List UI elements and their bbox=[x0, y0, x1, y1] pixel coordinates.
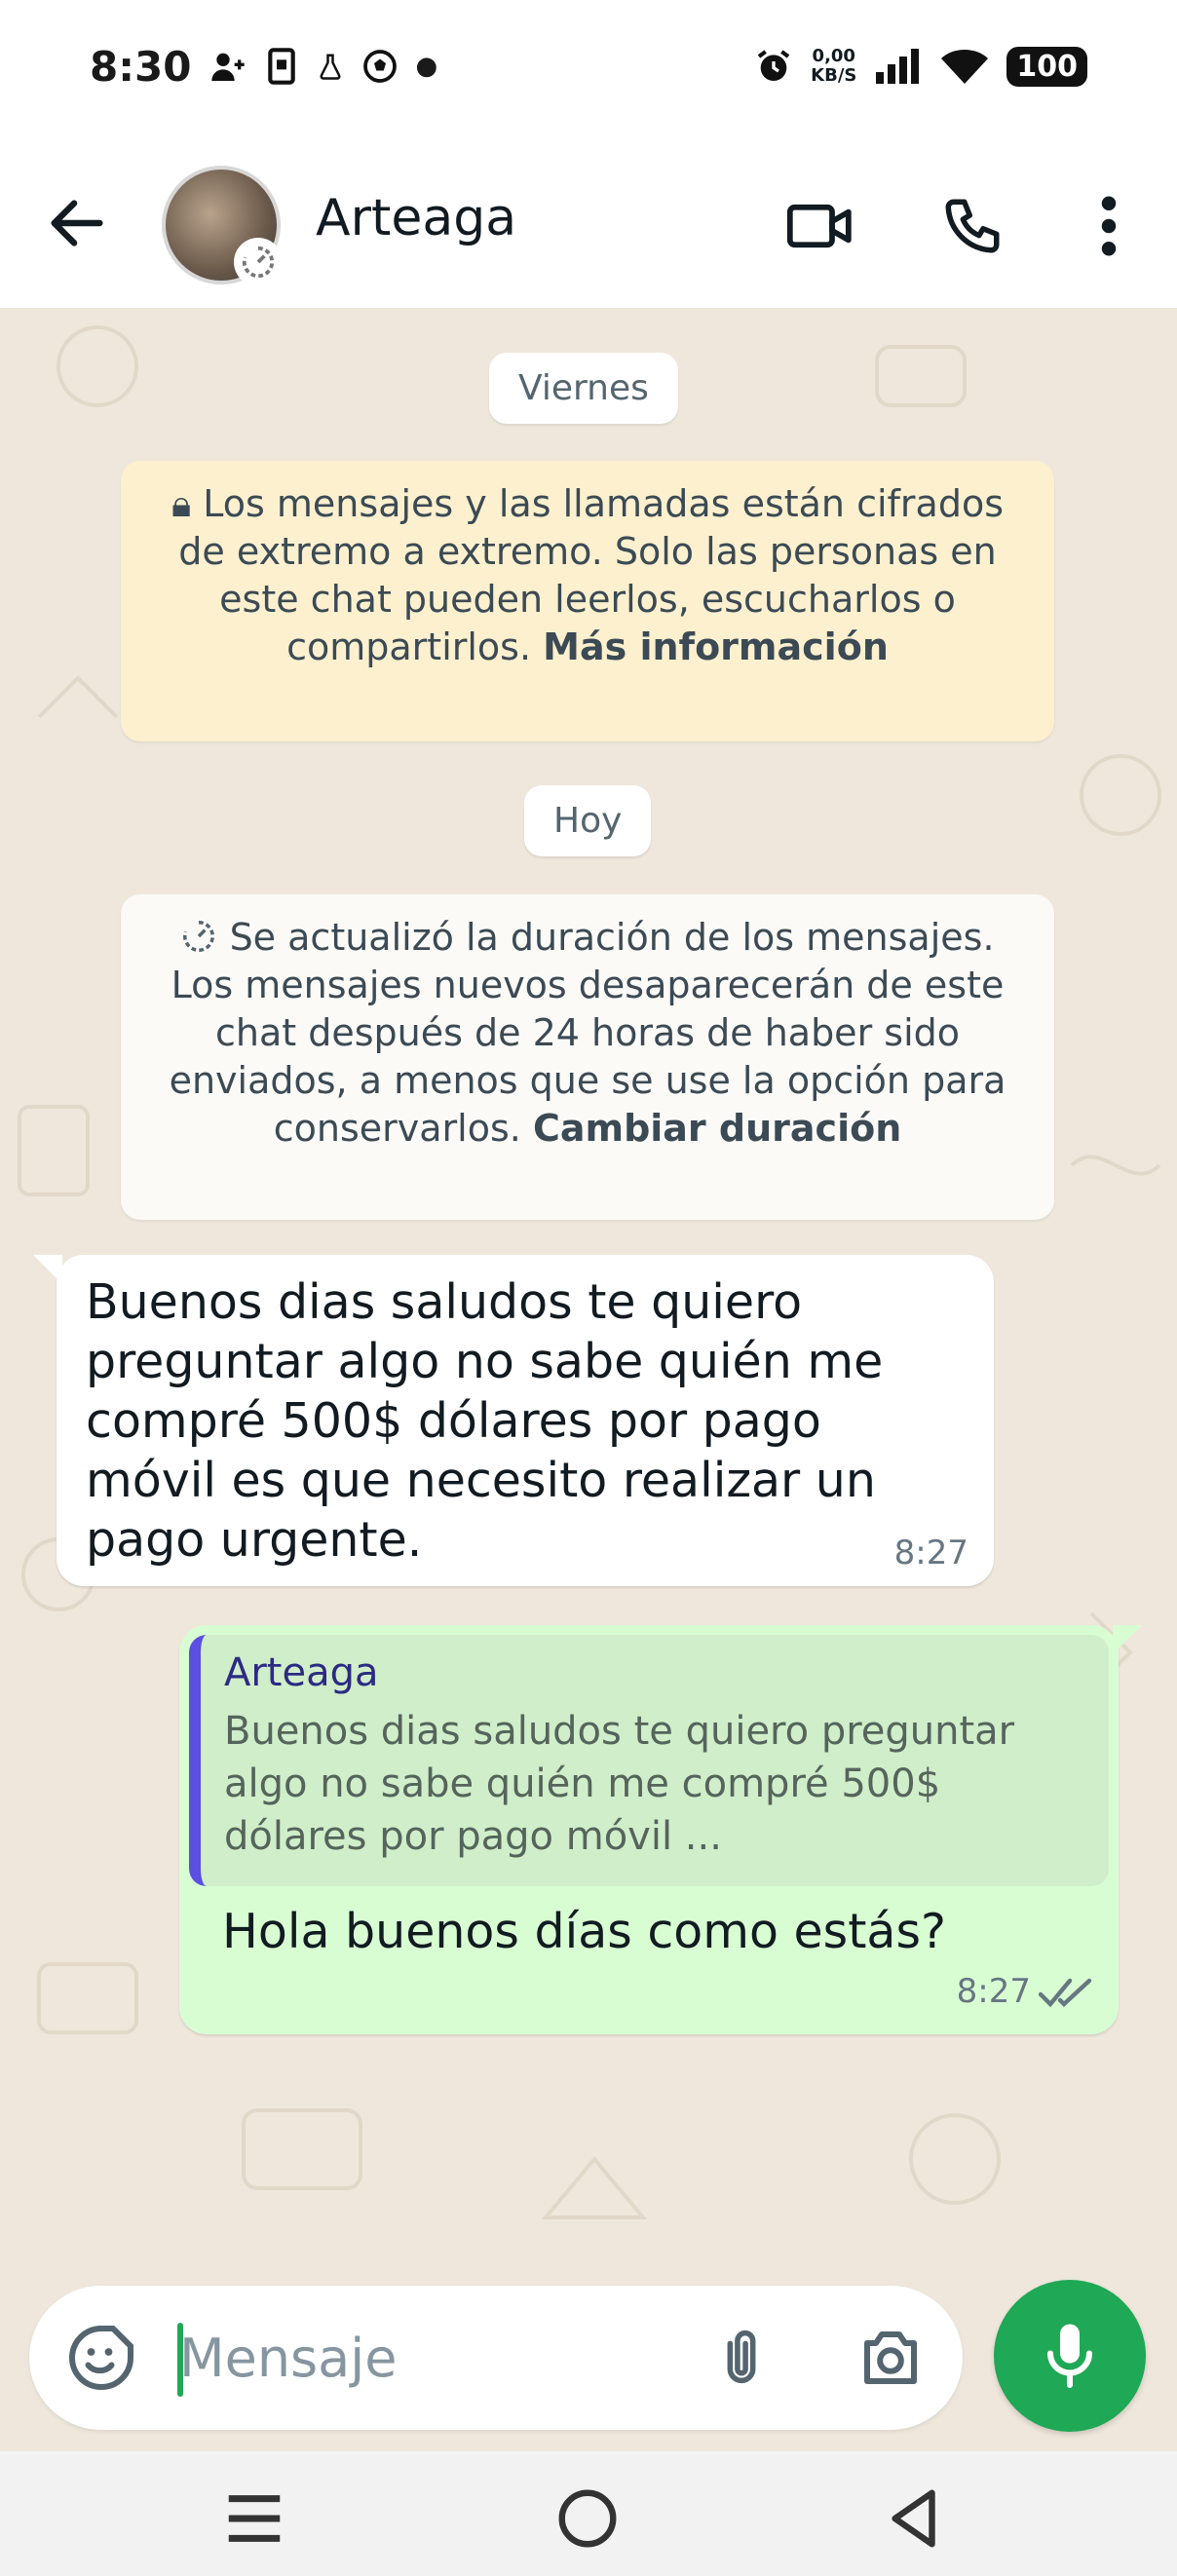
message-time: 8:27 bbox=[956, 1972, 1031, 2011]
quote-author: Arteaga bbox=[224, 1650, 379, 1695]
date-chip-hoy: Hoy bbox=[524, 785, 652, 856]
timer-icon bbox=[242, 246, 275, 279]
phone-icon bbox=[945, 199, 1000, 253]
voice-call-button[interactable] bbox=[933, 187, 1011, 265]
read-receipt-ticks-icon bbox=[1039, 1978, 1092, 2008]
system-back-triangle-icon[interactable] bbox=[881, 2484, 949, 2553]
status-more-dot-icon: ● bbox=[415, 52, 438, 81]
change-duration-link[interactable]: Cambiar duración bbox=[533, 1107, 901, 1150]
alarm-icon bbox=[757, 50, 790, 81]
net-speed-value: 0,00 bbox=[812, 46, 855, 66]
outgoing-message[interactable]: Arteaga Buenos dias saludos te quiero pr… bbox=[179, 1625, 1142, 2034]
date-chip-label: Hoy bbox=[553, 801, 623, 841]
add-contact-icon bbox=[211, 53, 246, 81]
video-camera-icon bbox=[786, 204, 852, 248]
phone-notification-icon bbox=[268, 48, 296, 85]
signal-icon bbox=[876, 49, 920, 84]
message-composer bbox=[29, 2286, 963, 2430]
quote-text: Buenos dias saludos te quiero preguntar … bbox=[224, 1709, 1015, 1859]
lock-icon: 🔒︎ bbox=[171, 482, 204, 525]
more-options-button[interactable] bbox=[1070, 187, 1148, 265]
status-right: 0,00 KB/S 100 bbox=[754, 46, 1087, 87]
battery-indicator: 100 bbox=[1006, 46, 1087, 87]
date-chip-viernes: Viernes bbox=[489, 353, 678, 424]
date-chip-label: Viernes bbox=[518, 368, 649, 408]
disappearing-timer-badge bbox=[234, 238, 283, 286]
timer-icon bbox=[183, 921, 215, 952]
net-speed-unit: KB/S bbox=[811, 65, 857, 86]
message-text: Buenos dias saludos te quiero preguntar … bbox=[86, 1274, 884, 1568]
disappearing-messages-notice[interactable]: Se actualizó la duración de los mensajes… bbox=[121, 894, 1054, 1220]
video-call-button[interactable] bbox=[781, 187, 859, 265]
contact-name[interactable]: Arteaga bbox=[316, 189, 516, 247]
status-left: 8:30 ● bbox=[90, 43, 437, 91]
more-vertical-icon bbox=[1101, 196, 1117, 256]
message-time: 8:27 bbox=[893, 1534, 968, 1572]
voice-message-button[interactable] bbox=[994, 2280, 1146, 2432]
contact-avatar[interactable] bbox=[162, 166, 283, 286]
wifi-icon bbox=[941, 50, 989, 84]
status-bar: 8:30 ● 0,00 KB/S 100 bbox=[0, 0, 1177, 133]
system-navigation-bar bbox=[0, 2451, 1177, 2576]
chat-area[interactable]: Viernes 🔒︎ Los mensajes y las llamadas e… bbox=[0, 308, 1177, 2451]
back-arrow-icon[interactable] bbox=[43, 189, 111, 257]
status-time: 8:30 bbox=[90, 42, 192, 91]
home-circle-icon[interactable] bbox=[553, 2484, 622, 2553]
microphone-icon bbox=[1047, 2324, 1092, 2388]
chat-header: Arteaga bbox=[0, 133, 1177, 308]
attach-paperclip-icon[interactable] bbox=[707, 2321, 776, 2395]
camera-icon[interactable] bbox=[855, 2321, 926, 2395]
incoming-message[interactable]: Buenos dias saludos te quiero preguntar … bbox=[33, 1255, 994, 1586]
soccer-ball-icon bbox=[363, 50, 398, 83]
message-text: Hola buenos días como estás? bbox=[222, 1904, 946, 1959]
encryption-more-info-link[interactable]: Más información bbox=[543, 625, 889, 668]
net-speed: 0,00 KB/S bbox=[811, 47, 856, 86]
message-input[interactable] bbox=[177, 2313, 707, 2403]
recent-apps-icon[interactable] bbox=[220, 2484, 288, 2553]
sticker-emoji-icon[interactable] bbox=[66, 2323, 136, 2393]
flask-icon bbox=[320, 54, 341, 80]
encryption-notice[interactable]: 🔒︎ Los mensajes y las llamadas están cif… bbox=[121, 461, 1054, 741]
quoted-message[interactable]: Arteaga Buenos dias saludos te quiero pr… bbox=[189, 1635, 1109, 1886]
